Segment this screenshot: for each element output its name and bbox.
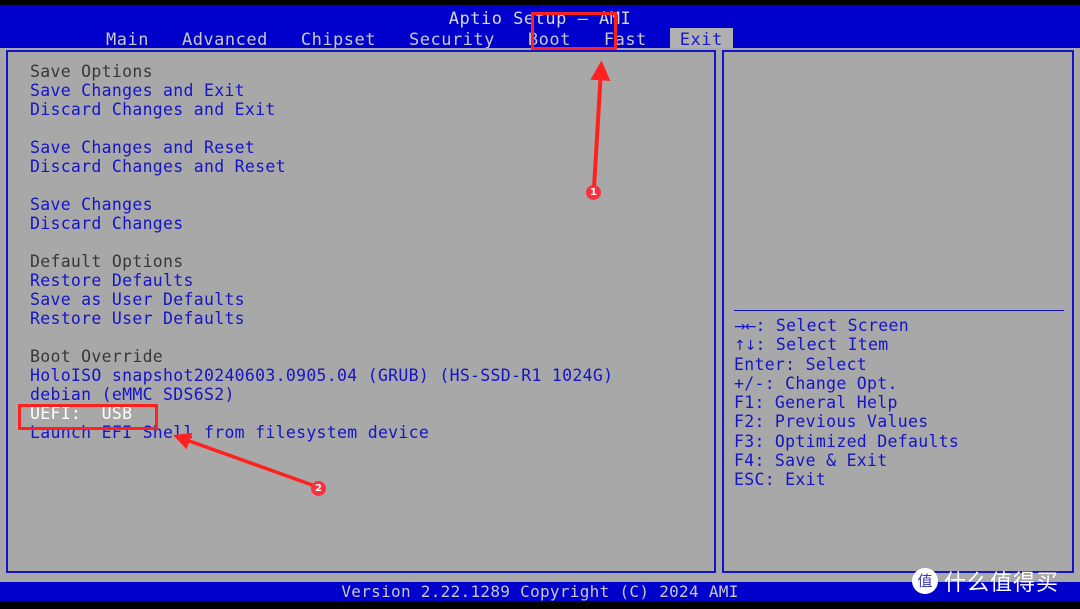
option-item[interactable]: Save as User Defaults [30,290,690,309]
help-key-label: +/-: Change Opt. [734,373,898,393]
watermark-logo-icon: 值 [912,568,938,594]
option-item[interactable]: HoloISO snapshot20240603.0905.04 (GRUB) … [30,366,690,385]
header-band: Aptio Setup – AMI Main Advanced Chipset Sec… [0,5,1080,52]
options-group-header: Save Options [30,62,153,81]
options-spacer [30,233,690,252]
options-spacer [30,328,690,347]
annotation-marker-2: 2 [311,481,326,496]
options-list: Save Options Save Changes and Exit Discard… [30,62,690,442]
help-key-row: F1: General Help [734,393,1074,412]
options-group-header: Default Options [30,252,184,271]
help-panel: →←: Select Screen ↑↓: Select Item Enter: S… [722,50,1074,573]
arrow-keys-icon: →← [734,319,756,335]
help-key-label: Enter: Select [734,354,868,374]
watermark: 值 什么值得买 [912,565,1059,597]
help-key-label: : Select Screen [755,316,909,335]
option-item[interactable]: UEFI: USB [30,404,690,423]
option-item[interactable]: debian (eMMC SDS6S2) [30,385,690,404]
options-spacer [30,119,690,138]
option-item[interactable]: Save Changes and Reset [30,138,690,157]
option-item[interactable]: Restore User Defaults [30,309,690,328]
bios-screen: Aptio Setup – AMI Main Advanced Chipset Sec… [0,0,1080,609]
help-key-row: +/-: Change Opt. [734,374,1074,393]
help-key-list: →←: Select Screen ↑↓: Select Item Enter: S… [734,316,1074,490]
help-key-label: F4: Save & Exit [734,451,888,471]
help-key-label: F2: Previous Values [734,412,929,432]
option-item[interactable]: Launch EFI Shell from filesystem device [30,423,690,442]
option-item[interactable]: Save Changes and Exit [30,81,690,100]
option-item[interactable]: Restore Defaults [30,271,690,290]
help-key-label: : Select Item [755,335,889,355]
help-key-label: ESC: Exit [734,470,827,490]
option-item[interactable]: Discard Changes [30,214,690,233]
help-key-label: F1: General Help [734,393,898,413]
help-divider [734,310,1064,311]
help-key-row: →←: Select Screen [734,316,1074,335]
help-key-row: ↑↓: Select Item [734,335,1074,354]
options-panel: Save Options Save Changes and Exit Discard… [6,50,716,573]
help-key-label: F3: Optimized Defaults [734,431,960,451]
annotation-marker-1: 1 [586,185,601,200]
help-key-row: F3: Optimized Defaults [734,432,1074,451]
help-key-row: ESC: Exit [734,470,1074,489]
app-title: Aptio Setup – AMI [448,9,632,29]
watermark-text: 什么值得买 [944,571,1060,596]
option-item[interactable]: Discard Changes and Reset [30,157,690,176]
help-key-row: F4: Save & Exit [734,451,1074,470]
help-key-row: Enter: Select [734,355,1074,374]
options-group-header: Boot Override [30,347,164,366]
arrow-keys-icon: ↑↓ [734,338,756,355]
help-key-row: F2: Previous Values [734,412,1074,431]
letterbox-bottom [0,601,1080,609]
option-item[interactable]: Discard Changes and Exit [30,100,690,119]
